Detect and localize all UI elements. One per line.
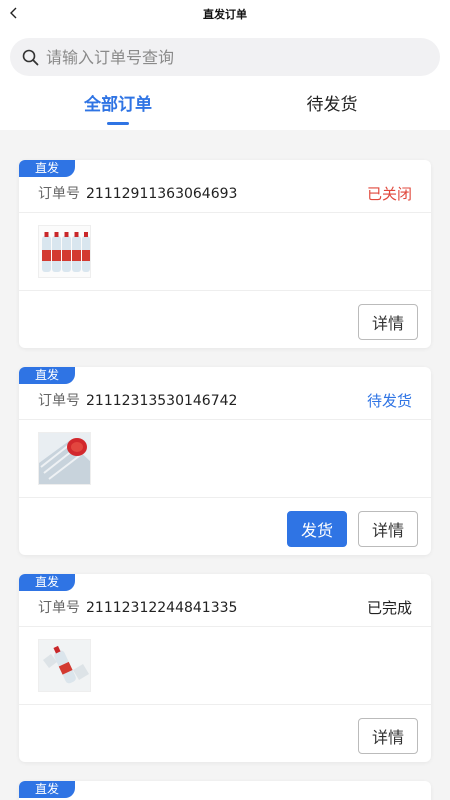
ship-button[interactable]: 发货	[287, 511, 347, 547]
order-number-value: 21112313530146742	[86, 393, 238, 409]
order-status: 已完成	[366, 599, 412, 617]
order-number-label: 订单号	[38, 600, 80, 616]
divider	[19, 419, 431, 420]
divider	[19, 704, 431, 705]
order-card: 直发	[19, 781, 431, 800]
tab-pending-shipment[interactable]: 待发货	[257, 90, 407, 130]
order-card: 直发 订单号 21112312244841335 已完成 详情	[19, 574, 431, 762]
search-input[interactable]	[46, 47, 406, 67]
direct-tag: 直发	[19, 574, 75, 591]
order-number: 订单号 21112911363064693	[38, 183, 237, 203]
detail-button[interactable]: 详情	[358, 511, 418, 547]
order-number-value: 21112312244841335	[86, 600, 238, 616]
order-number: 订单号 21112313530146742	[38, 390, 237, 410]
search-box[interactable]	[10, 38, 440, 76]
order-number-label: 订单号	[38, 393, 80, 409]
divider	[19, 497, 431, 498]
water-bottle-pack-image	[39, 226, 90, 277]
divider	[19, 290, 431, 291]
order-status: 已关闭	[366, 185, 412, 203]
direct-tag: 直发	[19, 781, 75, 798]
detail-button[interactable]: 详情	[358, 718, 418, 754]
divider	[19, 212, 431, 213]
product-thumbnail[interactable]	[38, 225, 91, 278]
page-title: 直发订单	[203, 8, 247, 21]
order-card: 直发 订单号 21112313530146742 待发货 发货 详情	[19, 367, 431, 555]
nav-bar: 直发订单	[0, 0, 450, 28]
order-status: 待发货	[366, 392, 412, 410]
order-number: 订单号 21112312244841335	[38, 597, 237, 617]
direct-tag: 直发	[19, 160, 75, 177]
order-number-label: 订单号	[38, 186, 80, 202]
divider	[19, 626, 431, 627]
active-tab-indicator	[107, 122, 129, 125]
single-bottle-image	[39, 640, 90, 691]
detail-button[interactable]: 详情	[358, 304, 418, 340]
header-area: 全部订单 待发货	[0, 28, 450, 130]
product-thumbnail[interactable]	[38, 639, 91, 692]
order-number-value: 21112911363064693	[86, 186, 238, 202]
bottle-closeup-image	[39, 433, 90, 484]
search-icon	[22, 49, 39, 65]
product-thumbnail[interactable]	[38, 432, 91, 485]
direct-tag: 直发	[19, 367, 75, 384]
order-card: 直发 订单号 21112911363064693 已关闭 详情	[19, 160, 431, 348]
